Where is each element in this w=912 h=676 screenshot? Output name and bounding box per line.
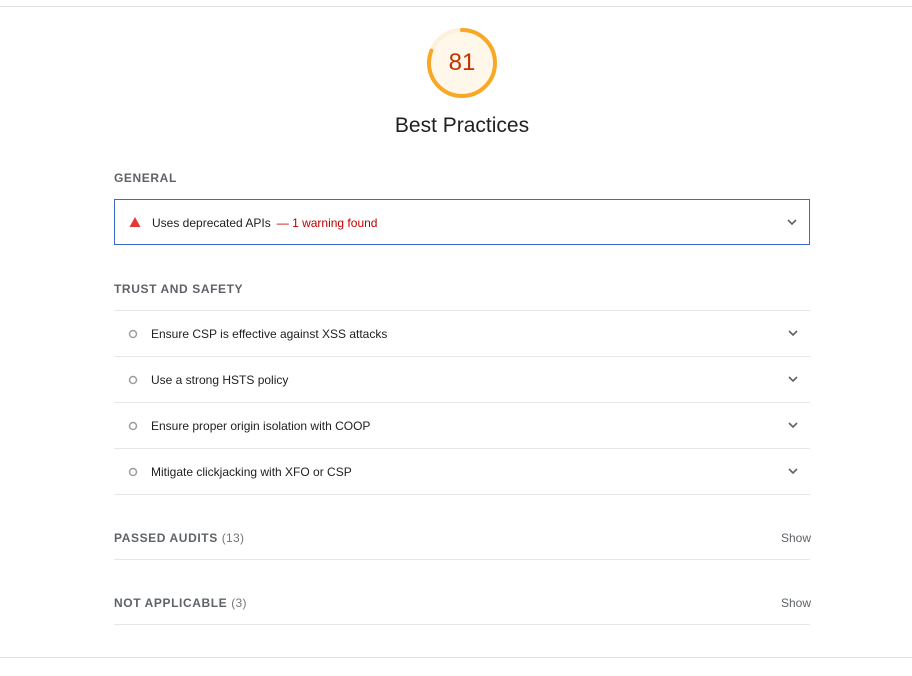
- audit-label: Ensure proper origin isolation with COOP: [151, 419, 371, 433]
- audit-coop[interactable]: Ensure proper origin isolation with COOP: [114, 402, 810, 448]
- audit-csp-xss[interactable]: Ensure CSP is effective against XSS atta…: [114, 310, 810, 356]
- circle-informative-icon: [128, 421, 138, 431]
- circle-informative-icon: [128, 329, 138, 339]
- chevron-down-icon[interactable]: [788, 375, 798, 383]
- audit-warning-text: — 1 warning found: [276, 216, 378, 230]
- score-gauge: 81: [425, 26, 499, 100]
- show-passed-audits-button[interactable]: Show: [781, 531, 811, 545]
- circle-informative-icon: [128, 375, 138, 385]
- show-not-applicable-button[interactable]: Show: [781, 596, 811, 610]
- not-applicable-count: (3): [231, 596, 247, 610]
- passed-audits-divider: [114, 559, 810, 560]
- audit-deprecated-apis[interactable]: Uses deprecated APIs — 1 warning found: [114, 199, 810, 245]
- audit-label: Uses deprecated APIs: [152, 216, 271, 230]
- not-applicable-label: NOT APPLICABLE: [114, 596, 228, 610]
- passed-audits-count: (13): [221, 531, 245, 545]
- passed-audits-label: PASSED AUDITS: [114, 531, 218, 545]
- bottom-divider: [0, 657, 912, 658]
- top-divider: [0, 6, 912, 7]
- category-title: Best Practices: [394, 114, 530, 137]
- audit-label: Use a strong HSTS policy: [151, 373, 289, 387]
- audit-label: Mitigate clickjacking with XFO or CSP: [151, 465, 352, 479]
- circle-informative-icon: [128, 467, 138, 477]
- chevron-down-icon[interactable]: [788, 467, 798, 475]
- section-title-trust-safety: TRUST AND SAFETY: [114, 282, 244, 296]
- score-value: 81: [448, 49, 476, 76]
- audit-hsts[interactable]: Use a strong HSTS policy: [114, 356, 810, 402]
- chevron-down-icon[interactable]: [787, 218, 797, 226]
- audit-clickjacking[interactable]: Mitigate clickjacking with XFO or CSP: [114, 448, 810, 494]
- not-applicable-divider: [114, 624, 810, 625]
- chevron-down-icon[interactable]: [788, 329, 798, 337]
- audit-label: Ensure CSP is effective against XSS atta…: [151, 327, 388, 341]
- chevron-down-icon[interactable]: [788, 421, 798, 429]
- section-title-not-applicable[interactable]: NOT APPLICABLE (3): [114, 596, 247, 610]
- triangle-fail-icon: [129, 217, 141, 227]
- trust-bottom-divider: [114, 494, 810, 495]
- section-title-general: GENERAL: [114, 171, 177, 185]
- section-title-passed-audits[interactable]: PASSED AUDITS (13): [114, 531, 244, 545]
